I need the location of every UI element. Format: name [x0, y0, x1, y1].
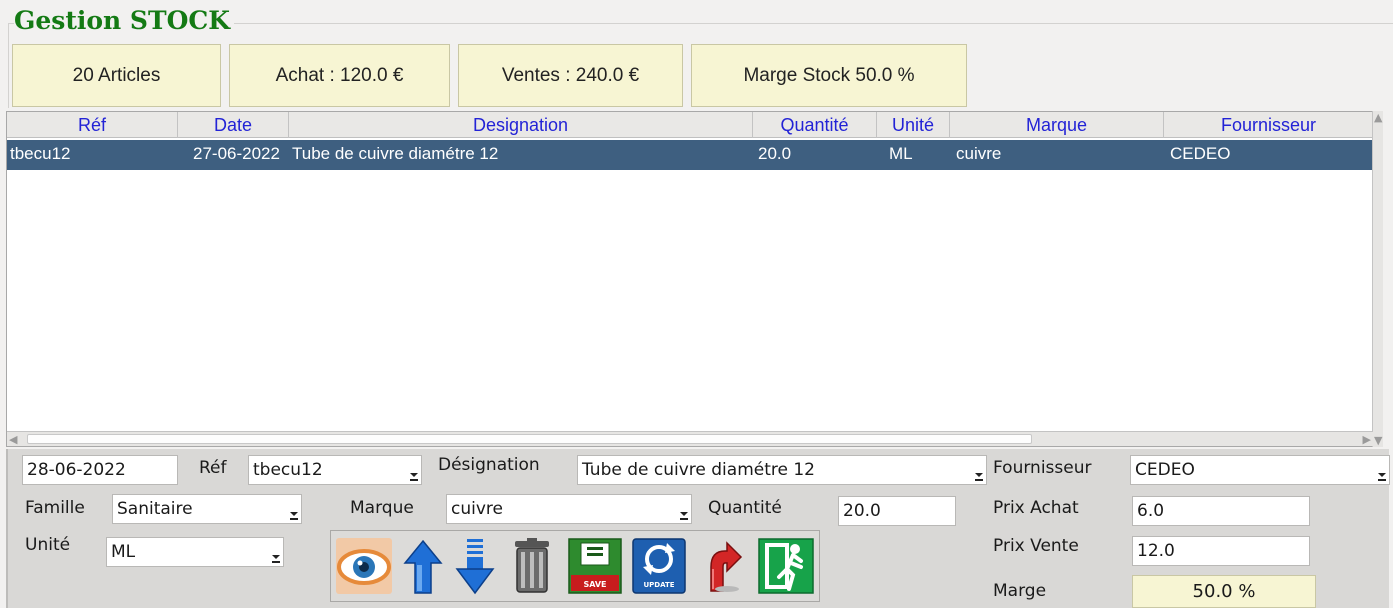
cell-fournisseur: CEDEO [1170, 144, 1231, 163]
page-title: Gestion STOCK [14, 6, 234, 35]
chevron-down-icon[interactable] [974, 471, 984, 481]
famille-value: Sanitaire [117, 499, 193, 519]
move-down-button[interactable] [451, 537, 499, 595]
update-caption: UPDATE [643, 581, 674, 589]
undo-icon [710, 541, 743, 592]
marge-label: Marge [993, 581, 1047, 601]
group-border-left [8, 23, 9, 108]
unite-combo[interactable]: ML [106, 537, 284, 567]
ref-value: tbecu12 [253, 460, 323, 480]
delete-button[interactable] [505, 537, 559, 595]
prix-achat-label: Prix Achat [993, 498, 1079, 518]
fournisseur-value: CEDEO [1135, 460, 1195, 480]
scroll-left-icon[interactable]: ◀ [9, 433, 17, 446]
move-up-button[interactable] [399, 537, 447, 595]
horizontal-scroll-thumb[interactable] [27, 434, 1032, 444]
fournisseur-combo[interactable]: CEDEO [1130, 455, 1390, 485]
save-icon: SAVE [568, 538, 622, 594]
designation-label: Désignation [438, 455, 540, 475]
scroll-down-icon[interactable]: ▼ [1374, 434, 1382, 447]
quantite-label: Quantité [708, 498, 782, 518]
fournisseur-label: Fournisseur [993, 458, 1092, 478]
ref-combo[interactable]: tbecu12 [248, 455, 422, 485]
column-header-date[interactable]: Date [178, 112, 289, 138]
cell-date: 27-06-2022 [193, 144, 280, 163]
stock-table[interactable]: Réf Date Designation Quantité Unité Marq… [6, 111, 1383, 447]
horizontal-scrollbar[interactable]: ◀ ▶ [7, 431, 1373, 446]
update-icon: UPDATE [632, 538, 686, 594]
unite-value: ML [111, 542, 136, 562]
prix-vente-label: Prix Vente [993, 536, 1079, 556]
ventes-total-box: Ventes : 240.0 € [458, 44, 683, 107]
chevron-down-icon[interactable] [1377, 471, 1387, 481]
marque-label: Marque [350, 498, 414, 518]
chevron-down-icon[interactable] [271, 553, 281, 563]
marge-value: 50.0 % [1132, 575, 1316, 608]
chevron-down-icon[interactable] [289, 510, 299, 520]
prix-vente-field[interactable]: 12.0 [1132, 536, 1310, 566]
eye-icon [336, 538, 392, 594]
exit-icon [758, 538, 814, 594]
chevron-down-icon[interactable] [679, 510, 689, 520]
column-header-ref[interactable]: Réf [7, 112, 178, 138]
table-header: Réf Date Designation Quantité Unité Marq… [7, 112, 1382, 138]
view-button[interactable] [335, 537, 393, 595]
column-header-unite[interactable]: Unité [877, 112, 950, 138]
chevron-down-icon[interactable] [409, 471, 419, 481]
marque-value: cuivre [451, 499, 503, 519]
save-button[interactable]: SAVE [567, 537, 623, 595]
ref-label: Réf [199, 458, 227, 478]
arrow-down-icon [455, 539, 495, 595]
cell-unite: ML [889, 144, 913, 163]
marge-stock-box: Marge Stock 50.0 % [691, 44, 967, 107]
arrow-up-icon [403, 539, 443, 594]
undo-button[interactable] [693, 537, 747, 595]
vertical-scrollbar[interactable]: ▲ ▼ [1372, 111, 1383, 447]
column-header-designation[interactable]: Designation [289, 112, 753, 138]
unite-label: Unité [25, 535, 71, 555]
achat-total-box: Achat : 120.0 € [229, 44, 450, 107]
designation-combo[interactable]: Tube de cuivre diamétre 12 [577, 455, 987, 485]
articles-count-box: 20 Articles [12, 44, 221, 107]
famille-label: Famille [25, 498, 85, 518]
save-caption: SAVE [583, 580, 606, 589]
marque-combo[interactable]: cuivre [446, 494, 692, 524]
exit-button[interactable] [757, 537, 815, 595]
update-button[interactable]: UPDATE [631, 537, 687, 595]
cell-marque: cuivre [956, 144, 1002, 163]
column-header-marque[interactable]: Marque [950, 112, 1164, 138]
trash-icon [515, 538, 549, 593]
prix-achat-field[interactable]: 6.0 [1132, 496, 1310, 526]
action-toolbar-frame: SAVE UPDATE [330, 530, 820, 602]
column-header-quantite[interactable]: Quantité [753, 112, 877, 138]
cell-designation: Tube de cuivre diamétre 12 [292, 144, 499, 163]
quantite-field[interactable]: 20.0 [838, 496, 956, 526]
column-header-fournisseur[interactable]: Fournisseur [1164, 112, 1373, 138]
scroll-right-icon[interactable]: ▶ [1363, 433, 1371, 446]
cell-ref: tbecu12 [10, 144, 71, 163]
date-field[interactable]: 28-06-2022 [22, 455, 178, 485]
famille-combo[interactable]: Sanitaire [112, 494, 302, 524]
table-row[interactable]: tbecu12 27-06-2022 Tube de cuivre diamét… [7, 140, 1382, 170]
designation-value: Tube de cuivre diamétre 12 [582, 460, 815, 480]
scroll-up-icon[interactable]: ▲ [1374, 111, 1382, 124]
cell-quantite: 20.0 [758, 144, 792, 163]
